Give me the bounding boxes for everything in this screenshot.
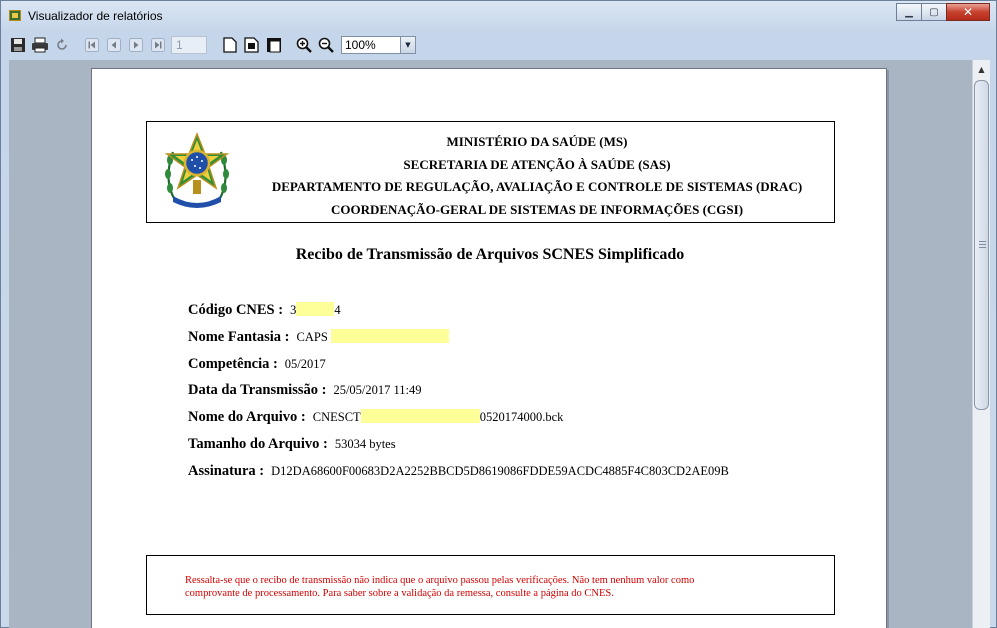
next-page-button[interactable] — [127, 36, 145, 54]
header-line-secretariat: SECRETARIA DE ATENÇÃO À SAÚDE (SAS) — [403, 156, 671, 172]
header-line-department: DEPARTAMENTO DE REGULAÇÃO, AVALIAÇÃO E C… — [271, 179, 803, 195]
window-controls: ▁ ▢ ✕ — [896, 3, 990, 21]
field-nome-fantasia: Nome Fantasia : CAPS — [188, 328, 729, 356]
previous-page-icon — [107, 38, 121, 52]
save-button[interactable] — [9, 36, 27, 54]
field-value: 05/2017 — [284, 356, 326, 371]
report-viewer-window: Visualizador de relatórios ▁ ▢ ✕ 1 100% … — [0, 0, 997, 628]
save-icon — [11, 38, 25, 52]
scroll-up-arrow-icon[interactable]: ▲ — [974, 62, 989, 77]
field-codigo-cnes: Código CNES : 34 — [188, 302, 729, 329]
field-label: Nome Fantasia : — [188, 328, 290, 345]
receipt-fields: Código CNES : 34 Nome Fantasia : CAPS Co… — [188, 302, 729, 490]
report-page: MINISTÉRIO DA SAÚDE (MS) SECRETARIA DE A… — [91, 68, 887, 628]
header-lines: MINISTÉRIO DA SAÚDE (MS) SECRETARIA DE A… — [257, 131, 817, 222]
field-value: 25/05/2017 11:49 — [333, 383, 422, 398]
field-nome-arquivo: Nome do Arquivo : CNESCT 0520174000.bck — [188, 409, 729, 436]
notice-line: Ressalta-se que o recibo de transmissão … — [185, 575, 695, 586]
close-icon: ✕ — [962, 5, 974, 19]
notice-text: Ressalta-se que o recibo de transmissão … — [185, 574, 805, 600]
first-page-button[interactable] — [83, 36, 101, 54]
last-page-button[interactable] — [149, 36, 167, 54]
single-page-icon — [223, 37, 237, 53]
value-suffix: 4 — [334, 303, 341, 317]
window-title: Visualizador de relatórios — [28, 9, 163, 23]
previous-page-button[interactable] — [105, 36, 123, 54]
close-button[interactable]: ✕ — [946, 3, 990, 21]
page-width-button[interactable] — [243, 36, 261, 54]
minimize-icon: ▁ — [905, 6, 913, 18]
redaction-highlight — [330, 328, 449, 343]
chevron-down-icon[interactable]: ▼ — [400, 37, 415, 53]
brazil-coat-of-arms-icon — [164, 131, 230, 208]
header-line-coordination: COORDENAÇÃO-GERAL DE SISTEMAS DE INFORMA… — [330, 202, 744, 218]
field-label: Código CNES : — [188, 302, 284, 318]
app-icon — [9, 10, 21, 21]
zoom-value: 100% — [345, 38, 376, 52]
field-value: 34 — [290, 302, 341, 318]
maximize-button[interactable]: ▢ — [921, 3, 947, 21]
notice-line: comprovante de processamento. Para saber… — [185, 588, 614, 599]
report-viewport[interactable]: MINISTÉRIO DA SAÚDE (MS) SECRETARIA DE A… — [9, 60, 972, 628]
field-label: Data da Transmissão : — [188, 382, 327, 399]
page-width-icon — [244, 37, 259, 53]
field-value: CNESCT 0520174000.bck — [312, 409, 564, 425]
zoom-select[interactable]: 100% ▼ — [341, 36, 416, 54]
report-header: MINISTÉRIO DA SAÚDE (MS) SECRETARIA DE A… — [146, 121, 835, 223]
field-value: CAPS — [296, 328, 449, 345]
field-label: Competência : — [188, 355, 278, 372]
field-value: 53034 bytes — [334, 436, 396, 451]
refresh-button[interactable] — [53, 36, 71, 54]
scrollbar-thumb[interactable] — [974, 80, 989, 410]
field-competencia: Competência : 05/2017 — [188, 356, 729, 383]
zoom-out-button[interactable] — [317, 36, 335, 54]
redaction-highlight — [360, 409, 480, 424]
field-assinatura: Assinatura : D12DA68600F00683D2A2252BBCD… — [188, 463, 729, 490]
value-suffix: 0520174000.bck — [479, 410, 564, 425]
print-icon — [32, 37, 48, 53]
report-title: Recibo de Transmissão de Arquivos SCNES … — [295, 246, 685, 263]
vertical-scrollbar[interactable]: ▲ — [972, 60, 990, 628]
value-prefix: CAPS — [296, 329, 328, 344]
zoom-in-button[interactable] — [295, 36, 313, 54]
zoom-in-icon — [296, 37, 312, 53]
field-label: Tamanho do Arquivo : — [188, 435, 328, 452]
notice-box: Ressalta-se que o recibo de transmissão … — [146, 555, 835, 615]
next-page-icon — [129, 38, 143, 52]
redaction-highlight — [296, 302, 335, 316]
minimize-button[interactable]: ▁ — [896, 3, 922, 21]
page-number-input[interactable]: 1 — [171, 36, 207, 54]
refresh-icon — [57, 38, 67, 50]
multi-page-button[interactable] — [265, 36, 283, 54]
field-tamanho-arquivo: Tamanho do Arquivo : 53034 bytes — [188, 436, 729, 463]
field-value: D12DA68600F00683D2A2252BBCD5D8619086FDDE… — [271, 463, 729, 478]
single-page-button[interactable] — [221, 36, 239, 54]
zoom-out-icon — [318, 37, 334, 53]
multi-page-icon — [267, 38, 281, 53]
header-line-ministry: MINISTÉRIO DA SAÚDE (MS) — [446, 134, 628, 149]
last-page-icon — [151, 38, 165, 52]
toolbar: 1 100% ▼ — [9, 34, 991, 56]
print-button[interactable] — [31, 36, 49, 54]
value-prefix: CNESCT — [312, 410, 361, 425]
field-label: Nome do Arquivo : — [188, 409, 306, 426]
maximize-icon: ▢ — [929, 6, 939, 18]
field-label: Assinatura : — [188, 462, 265, 479]
field-data-transmissao: Data da Transmissão : 25/05/2017 11:49 — [188, 382, 729, 409]
first-page-icon — [85, 38, 99, 52]
title-bar[interactable]: Visualizador de relatórios ▁ ▢ ✕ — [1, 1, 996, 31]
